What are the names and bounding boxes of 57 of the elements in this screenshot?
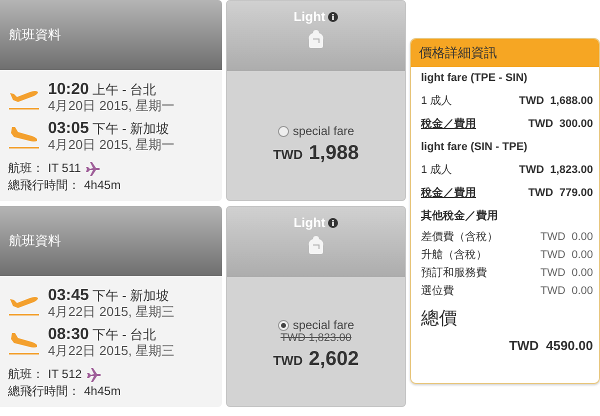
fare-option: special fare [292, 318, 354, 332]
info-icon[interactable] [328, 218, 338, 228]
fare-name: Light [294, 215, 326, 230]
duration-label: 總飛行時間： [8, 383, 80, 400]
flight-number: IT 511 [48, 160, 81, 177]
section-title: 航班資料 [9, 26, 61, 44]
flight-label: 航班： [8, 366, 44, 383]
price-heading: light fare (TPE - SIN) [421, 71, 528, 86]
price-amount: TWD 300.00 [528, 117, 593, 132]
fare-option: special fare [292, 124, 354, 138]
backpack-icon [308, 236, 324, 254]
price-amount: TWD 0.00 [540, 266, 593, 281]
price-label: 1 成人 [421, 163, 452, 178]
price-amount: TWD 1,688.00 [519, 94, 593, 109]
flight-date: 4月20日 2015, 星期一 [48, 137, 174, 152]
price-amount: TWD 0.00 [540, 230, 593, 245]
flight-duration: 4h45m [84, 177, 121, 194]
flight-duration: 4h45m [84, 383, 121, 400]
backpack-icon [308, 30, 324, 48]
fare-name: Light [294, 9, 326, 24]
flight-label: 航班： [8, 160, 44, 177]
currency: TWD [273, 353, 303, 368]
price-label: 預訂和服務費 [421, 266, 487, 281]
price-heading: light fare (SIN - TPE) [421, 140, 528, 155]
plane-icon [84, 162, 101, 176]
price-label: 升艙（含稅） [421, 248, 487, 263]
original-price: TWD 1,823.00 [280, 332, 352, 344]
fare-radio[interactable] [278, 320, 289, 330]
fare-radio[interactable] [278, 126, 289, 136]
price-heading: 其他稅金／費用 [421, 208, 498, 224]
currency: TWD [273, 147, 303, 162]
fare-price: 1,988 [308, 142, 359, 165]
total-price: TWD 4590.00 [508, 337, 594, 355]
price-amount: TWD 0.00 [540, 248, 593, 263]
taxes-link[interactable]: 稅金／費用 [421, 182, 476, 205]
fare-price: 2,602 [308, 348, 359, 371]
price-amount: TWD 1,823.00 [519, 163, 593, 178]
taxes-link[interactable]: 稅金／費用 [421, 113, 476, 136]
time-city: 10:20 上午 - 台北 [48, 82, 158, 98]
flight-date: 4月22日 2015, 星期三 [48, 343, 174, 358]
flight-date: 4月20日 2015, 星期一 [48, 98, 174, 113]
total-label: 總價 [420, 307, 458, 330]
price-label: 選位費 [421, 284, 454, 299]
time-city: 08:30 下午 - 台北 [48, 327, 158, 343]
time-city: 03:45 下午 - 新加坡 [48, 288, 170, 304]
price-label: 差價費（含稅） [421, 230, 498, 245]
flight-date: 4月22日 2015, 星期三 [48, 304, 174, 319]
section-title: 航班資料 [9, 232, 61, 250]
price-label: 1 成人 [421, 94, 452, 109]
panel-title: 價格詳細資訊 [411, 39, 599, 67]
time-city: 03:05 下午 - 新加坡 [48, 121, 170, 137]
duration-label: 總飛行時間： [8, 177, 80, 194]
price-amount: TWD 779.00 [528, 186, 593, 201]
price-amount: TWD 0.00 [540, 284, 593, 299]
flight-number: IT 512 [48, 366, 82, 383]
plane-icon [86, 368, 102, 382]
info-icon[interactable] [328, 12, 338, 22]
